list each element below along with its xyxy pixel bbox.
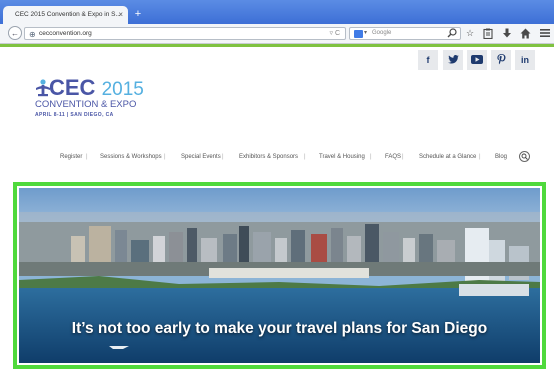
download-icon[interactable] xyxy=(502,28,512,42)
twitter-icon[interactable] xyxy=(443,50,463,70)
address-bar[interactable]: ⊕ cecconvention.org ▿ C xyxy=(24,27,346,40)
nav-register[interactable]: Register xyxy=(60,153,82,162)
back-button[interactable]: ← xyxy=(8,26,22,40)
search-icon[interactable] xyxy=(447,28,457,41)
nav-separator: | xyxy=(222,154,224,160)
cec-logo[interactable]: CEC 2015 CONVENTION & EXPO APRIL 8-11 | … xyxy=(35,75,155,125)
hero-caption: It’s not too early to make your travel p… xyxy=(71,320,488,337)
google-icon[interactable] xyxy=(354,30,363,38)
nav-faqs[interactable]: FAQS xyxy=(385,153,401,162)
home-icon[interactable] xyxy=(520,28,531,42)
hero-banner[interactable]: It’s not too early to make your travel p… xyxy=(19,188,540,363)
nav-travel-housing[interactable]: Travel & Housing xyxy=(319,153,365,162)
url-text: cecconvention.org xyxy=(39,30,92,37)
pinterest-icon[interactable] xyxy=(491,50,511,70)
browser-titlebar: CEC 2015 Convention & Expo in S... × + xyxy=(0,0,554,24)
tab-title: CEC 2015 Convention & Expo in S... xyxy=(15,11,121,18)
reload-icon[interactable]: ▿ C xyxy=(329,28,340,39)
nav-separator: | xyxy=(402,154,404,160)
nav-sessions-workshops[interactable]: Sessions & Workshops xyxy=(100,153,162,162)
new-tab-button[interactable]: + xyxy=(131,7,145,21)
nav-separator: | xyxy=(479,154,481,160)
search-engine-caret[interactable]: ▾ xyxy=(364,28,367,39)
globe-icon: ⊕ xyxy=(29,30,36,39)
facebook-icon[interactable]: f xyxy=(418,50,438,70)
header-accent-rule xyxy=(0,44,554,47)
nav-exhibitors-sponsors[interactable]: Exhibitors & Sponsors xyxy=(239,153,298,162)
menu-icon[interactable] xyxy=(540,28,550,41)
linkedin-icon[interactable]: in xyxy=(515,50,535,70)
logo-dates: APRIL 8-11 | SAN DIEGO, CA xyxy=(35,112,114,118)
nav-separator: | xyxy=(304,154,306,160)
browser-navbar: ← ⊕ cecconvention.org ▿ C ▾ Google ☆ xyxy=(0,24,554,44)
search-bar[interactable]: ▾ Google xyxy=(349,27,461,40)
star-icon[interactable]: ☆ xyxy=(466,28,474,39)
logo-subtitle: CONVENTION & EXPO xyxy=(35,99,137,110)
nav-schedule-at-a-glance[interactable]: Schedule at a Glance xyxy=(419,153,476,162)
nav-special-events[interactable]: Special Events xyxy=(181,153,221,162)
nav-separator: | xyxy=(164,154,166,160)
nav-separator: | xyxy=(86,154,88,160)
nav-blog[interactable]: Blog xyxy=(495,153,507,162)
browser-tab[interactable]: CEC 2015 Convention & Expo in S... × xyxy=(3,6,128,24)
search-input[interactable]: Google xyxy=(372,28,391,39)
youtube-icon[interactable] xyxy=(467,50,487,70)
nav-separator: | xyxy=(370,154,372,160)
site-search-icon[interactable] xyxy=(519,151,530,162)
tab-close-icon[interactable]: × xyxy=(118,6,123,24)
clipboard-icon[interactable] xyxy=(483,28,493,42)
